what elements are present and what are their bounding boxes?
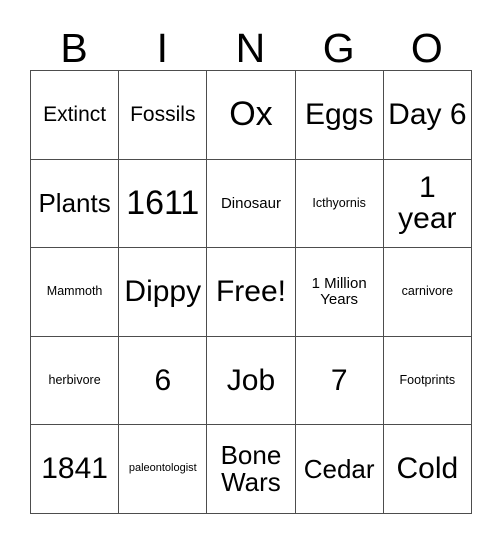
bingo-cell-g2[interactable]: Icthyornis	[294, 158, 384, 249]
bingo-cell-label: 1 year	[398, 170, 457, 236]
bingo-cell-free-space[interactable]: Free!	[206, 247, 296, 337]
bingo-cell-g4[interactable]: 7	[294, 335, 384, 426]
bingo-cell-label: 6	[154, 363, 172, 397]
bingo-header-letter-i: I	[156, 25, 168, 71]
bingo-cell-label: 7	[330, 363, 348, 397]
bingo-cell-b3[interactable]: Mammoth	[29, 247, 120, 337]
bingo-cell-label: 1841	[41, 452, 108, 486]
bingo-header-row: B I N G O	[30, 14, 471, 70]
bingo-cell-b2[interactable]: Plants	[29, 158, 120, 249]
bingo-cell-label: Day 6	[388, 98, 467, 132]
bingo-cell-n5[interactable]: Bone Wars	[206, 424, 296, 514]
bingo-cell-i1[interactable]: Fossils	[118, 70, 208, 160]
bingo-row: herbivore 6 Job 7 Footprints	[29, 335, 472, 426]
bingo-cell-label: 1611	[126, 183, 200, 222]
bingo-cell-label: paleontologist	[128, 462, 197, 475]
bingo-cell-b1[interactable]: Extinct	[29, 70, 120, 160]
bingo-cell-o3[interactable]: carnivore	[382, 247, 472, 337]
bingo-cell-label: Bone Wars	[220, 439, 282, 498]
bingo-row: Extinct Fossils Ox Eggs Day 6	[29, 70, 472, 160]
bingo-header-letter-o: O	[410, 25, 443, 71]
bingo-cell-i3[interactable]: Dippy	[118, 247, 208, 337]
bingo-cell-i4[interactable]: 6	[118, 335, 208, 426]
bingo-free-space-label: Free!	[215, 275, 286, 309]
bingo-card: B I N G O Extinct Fossils Ox Eggs Day 6 …	[29, 14, 472, 514]
bingo-cell-g3[interactable]: 1 Million Years	[294, 247, 384, 337]
bingo-grid: Extinct Fossils Ox Eggs Day 6 Plants 161…	[29, 70, 472, 514]
bingo-cell-label: Plants	[38, 187, 111, 218]
bingo-row: Mammoth Dippy Free! 1 Million Years carn…	[29, 247, 472, 337]
bingo-row: Plants 1611 Dinosaur Icthyornis 1 year	[29, 158, 472, 249]
bingo-cell-b4[interactable]: herbivore	[29, 335, 120, 426]
bingo-cell-label: carnivore	[401, 284, 454, 299]
bingo-row: 1841 paleontologist Bone Wars Cedar Cold	[29, 424, 472, 514]
bingo-cell-label: Cold	[396, 452, 459, 486]
bingo-cell-n2[interactable]: Dinosaur	[206, 158, 296, 249]
bingo-cell-label: Extinct	[43, 102, 107, 126]
bingo-cell-label: Dinosaur	[220, 194, 281, 212]
bingo-cell-label: Icthyornis	[312, 195, 366, 210]
bingo-cell-label: Eggs	[304, 98, 374, 132]
bingo-cell-g1[interactable]: Eggs	[294, 70, 384, 160]
bingo-cell-label: Ox	[229, 94, 273, 133]
bingo-cell-g5[interactable]: Cedar	[294, 424, 384, 514]
bingo-header-letter-g: G	[322, 25, 355, 71]
bingo-cell-n4[interactable]: Job	[206, 335, 296, 426]
bingo-cell-o2[interactable]: 1 year	[382, 158, 472, 249]
bingo-cell-o1[interactable]: Day 6	[382, 70, 472, 160]
bingo-cell-i2[interactable]: 1611	[118, 158, 208, 249]
bingo-header-letter-b: B	[60, 25, 88, 71]
bingo-cell-label: Dippy	[124, 275, 202, 309]
bingo-cell-label: Job	[226, 363, 276, 397]
bingo-header-letter-n: N	[235, 25, 266, 71]
bingo-cell-i5[interactable]: paleontologist	[118, 424, 208, 514]
bingo-cell-label: Cedar	[303, 453, 375, 484]
bingo-cell-o4[interactable]: Footprints	[382, 335, 472, 426]
bingo-cell-b5[interactable]: 1841	[29, 424, 120, 514]
bingo-cell-o5[interactable]: Cold	[382, 424, 472, 514]
bingo-cell-label: 1 Million Years	[311, 275, 367, 308]
bingo-cell-label: Fossils	[130, 102, 196, 126]
bingo-cell-n1[interactable]: Ox	[206, 70, 296, 160]
bingo-cell-label: Footprints	[399, 373, 456, 388]
bingo-cell-label: herbivore	[48, 373, 101, 388]
bingo-cell-label: Mammoth	[46, 284, 103, 299]
